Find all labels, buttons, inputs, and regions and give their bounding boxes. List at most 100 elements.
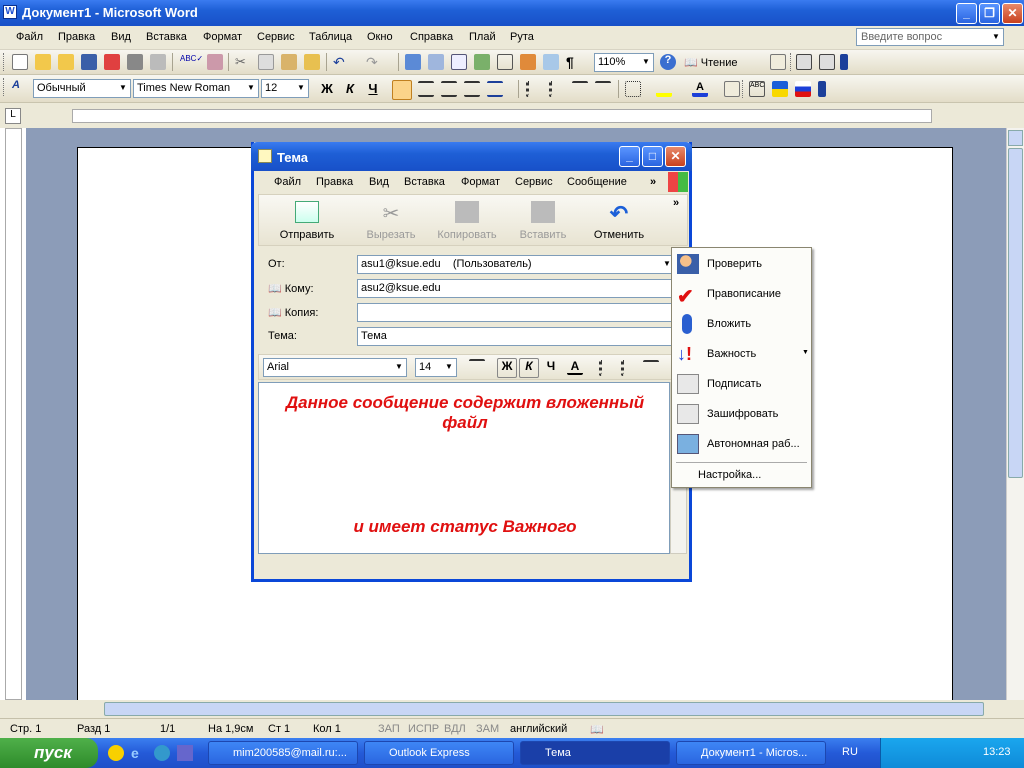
encrypt-item[interactable]: Зашифровать [672, 400, 811, 428]
chevron-down-icon[interactable]: ▼ [442, 359, 456, 376]
paste-button[interactable]: Вставить [507, 201, 579, 241]
tab-selector[interactable]: L [5, 108, 21, 124]
task-outlook[interactable]: Outlook Express [364, 741, 514, 765]
help-icon[interactable]: ? [660, 54, 676, 70]
research-icon[interactable] [207, 54, 223, 70]
oe-size-select[interactable]: 14 ▼ [415, 358, 457, 377]
status-trk[interactable]: ИСПР [408, 723, 439, 735]
align-center-button[interactable] [418, 81, 434, 97]
oe-italic-button[interactable]: К [519, 358, 539, 378]
menu-window[interactable]: Окно [367, 31, 393, 43]
chevron-down-icon[interactable]: ▼ [639, 54, 653, 71]
print-preview-icon[interactable] [150, 54, 166, 70]
customize-item[interactable]: Настройка... [672, 464, 811, 486]
align-right-button[interactable] [441, 81, 457, 97]
oe-underline-button[interactable]: Ч [543, 359, 559, 375]
bullets-button[interactable] [549, 81, 565, 97]
copy-icon[interactable] [258, 54, 274, 70]
clock[interactable]: 13:23 [983, 746, 1011, 758]
oe-maximize-button[interactable]: □ [642, 146, 663, 167]
copy-button[interactable]: Копировать [431, 201, 503, 241]
toolbar-options-icon[interactable] [770, 54, 786, 70]
chevron-down-icon[interactable]: ▼ [244, 80, 258, 97]
hscroll-thumb[interactable] [104, 702, 984, 716]
oe-close-button[interactable]: ✕ [665, 146, 686, 167]
menu-insert[interactable]: Вставка [146, 31, 187, 43]
insert-table-icon[interactable] [451, 54, 467, 70]
open-folder2-icon[interactable] [58, 54, 74, 70]
chevron-down-icon[interactable]: ▼ [989, 29, 1003, 45]
styles-icon[interactable]: A [12, 79, 28, 95]
menu-help[interactable]: Справка [410, 31, 453, 43]
permission-icon[interactable] [104, 54, 120, 70]
columns-icon[interactable] [497, 54, 513, 70]
oe-numbering-button[interactable] [599, 360, 615, 376]
align-left-button[interactable] [392, 80, 412, 100]
save-icon[interactable] [81, 54, 97, 70]
restore-button[interactable]: ❐ [979, 3, 1000, 24]
help-search-input[interactable]: Введите вопрос ▼ [856, 28, 1004, 46]
oe-menu-tools[interactable]: Сервис [515, 176, 553, 188]
chevron-down-icon[interactable]: ▼ [294, 80, 308, 97]
language-indicator[interactable]: RU [842, 746, 858, 758]
toolbar-grip[interactable] [3, 78, 6, 96]
russia-flag-icon[interactable] [795, 81, 811, 97]
check-names-item[interactable]: Проверить [672, 250, 811, 278]
scroll-thumb[interactable] [1008, 148, 1023, 478]
undo-button[interactable]: ↶ Отменить [583, 201, 655, 241]
toolbar-options-icon[interactable] [818, 81, 826, 97]
ruler-scale[interactable] [72, 109, 932, 123]
chevron-down-icon[interactable]: ▼ [116, 80, 130, 97]
oe-menu-file[interactable]: Файл [274, 176, 301, 188]
open-folder-icon[interactable] [35, 54, 51, 70]
status-ovr[interactable]: ЗАМ [476, 723, 499, 735]
from-select[interactable]: asu1@ksue.edu (Пользователь) ▼ [357, 255, 675, 274]
send-button[interactable]: Отправить [271, 201, 343, 241]
cc-field[interactable] [357, 303, 675, 322]
cc-label[interactable]: 📖 Копия: [268, 306, 318, 319]
spelling-icon[interactable]: ABC✓ [180, 54, 203, 70]
document-map-icon[interactable] [543, 54, 559, 70]
format-painter-icon[interactable] [304, 54, 320, 70]
oe-menu-insert[interactable]: Вставка [404, 176, 445, 188]
menu-file[interactable]: Файл [16, 31, 43, 43]
task-word[interactable]: Документ1 - Micros... [676, 741, 826, 765]
chevron-more-icon[interactable]: » [650, 176, 656, 188]
chevron-more-icon[interactable]: » [673, 197, 679, 209]
cut-button[interactable]: ✂ Вырезать [355, 201, 427, 241]
vertical-scrollbar[interactable] [1006, 128, 1024, 700]
attach-item[interactable]: Вложить [672, 310, 811, 338]
oe-menu-message[interactable]: Сообщение [567, 176, 627, 188]
status-ext[interactable]: ВДЛ [444, 723, 466, 735]
redo-icon[interactable]: ↷ [366, 54, 382, 70]
menu-view[interactable]: Вид [111, 31, 131, 43]
toolbar-grip[interactable] [790, 53, 793, 71]
ie-icon[interactable]: e [131, 745, 147, 761]
menu-tools[interactable]: Сервис [257, 31, 295, 43]
font-select[interactable]: Times New Roman ▼ [133, 79, 259, 98]
task-mail[interactable]: mim200585@mail.ru:... [208, 741, 358, 765]
desktop-icon[interactable] [177, 745, 193, 761]
undo-icon[interactable]: ↶ [333, 54, 349, 70]
line-spacing-button[interactable] [487, 81, 503, 97]
priority-item[interactable]: ↓! Важность ▼ [672, 340, 811, 368]
drawing-icon[interactable] [520, 54, 536, 70]
close-button[interactable]: ✕ [1002, 3, 1023, 24]
paste-icon[interactable] [281, 54, 297, 70]
minimize-button[interactable]: _ [956, 3, 977, 24]
message-body[interactable]: Данное сообщение содержит вложенный файл… [258, 382, 670, 554]
scroll-up-icon[interactable] [1008, 130, 1023, 146]
to-field[interactable]: asu2@ksue.edu [357, 279, 675, 298]
highlight-button[interactable] [656, 81, 672, 97]
font-color-button[interactable]: A [692, 81, 708, 97]
zoom-select[interactable]: 110% ▼ [594, 53, 654, 72]
bold-button[interactable]: Ж [319, 81, 335, 97]
to-label[interactable]: 📖 Кому: [268, 282, 314, 295]
print-icon[interactable] [127, 54, 143, 70]
offline-item[interactable]: Автономная раб... [672, 430, 811, 458]
chevron-down-icon[interactable]: ▼ [392, 359, 406, 376]
toolbar-grip[interactable] [742, 80, 745, 98]
font-size-select[interactable]: 12 ▼ [261, 79, 309, 98]
oe-menu-format[interactable]: Формат [461, 176, 500, 188]
reviewing-icon[interactable] [819, 54, 835, 70]
